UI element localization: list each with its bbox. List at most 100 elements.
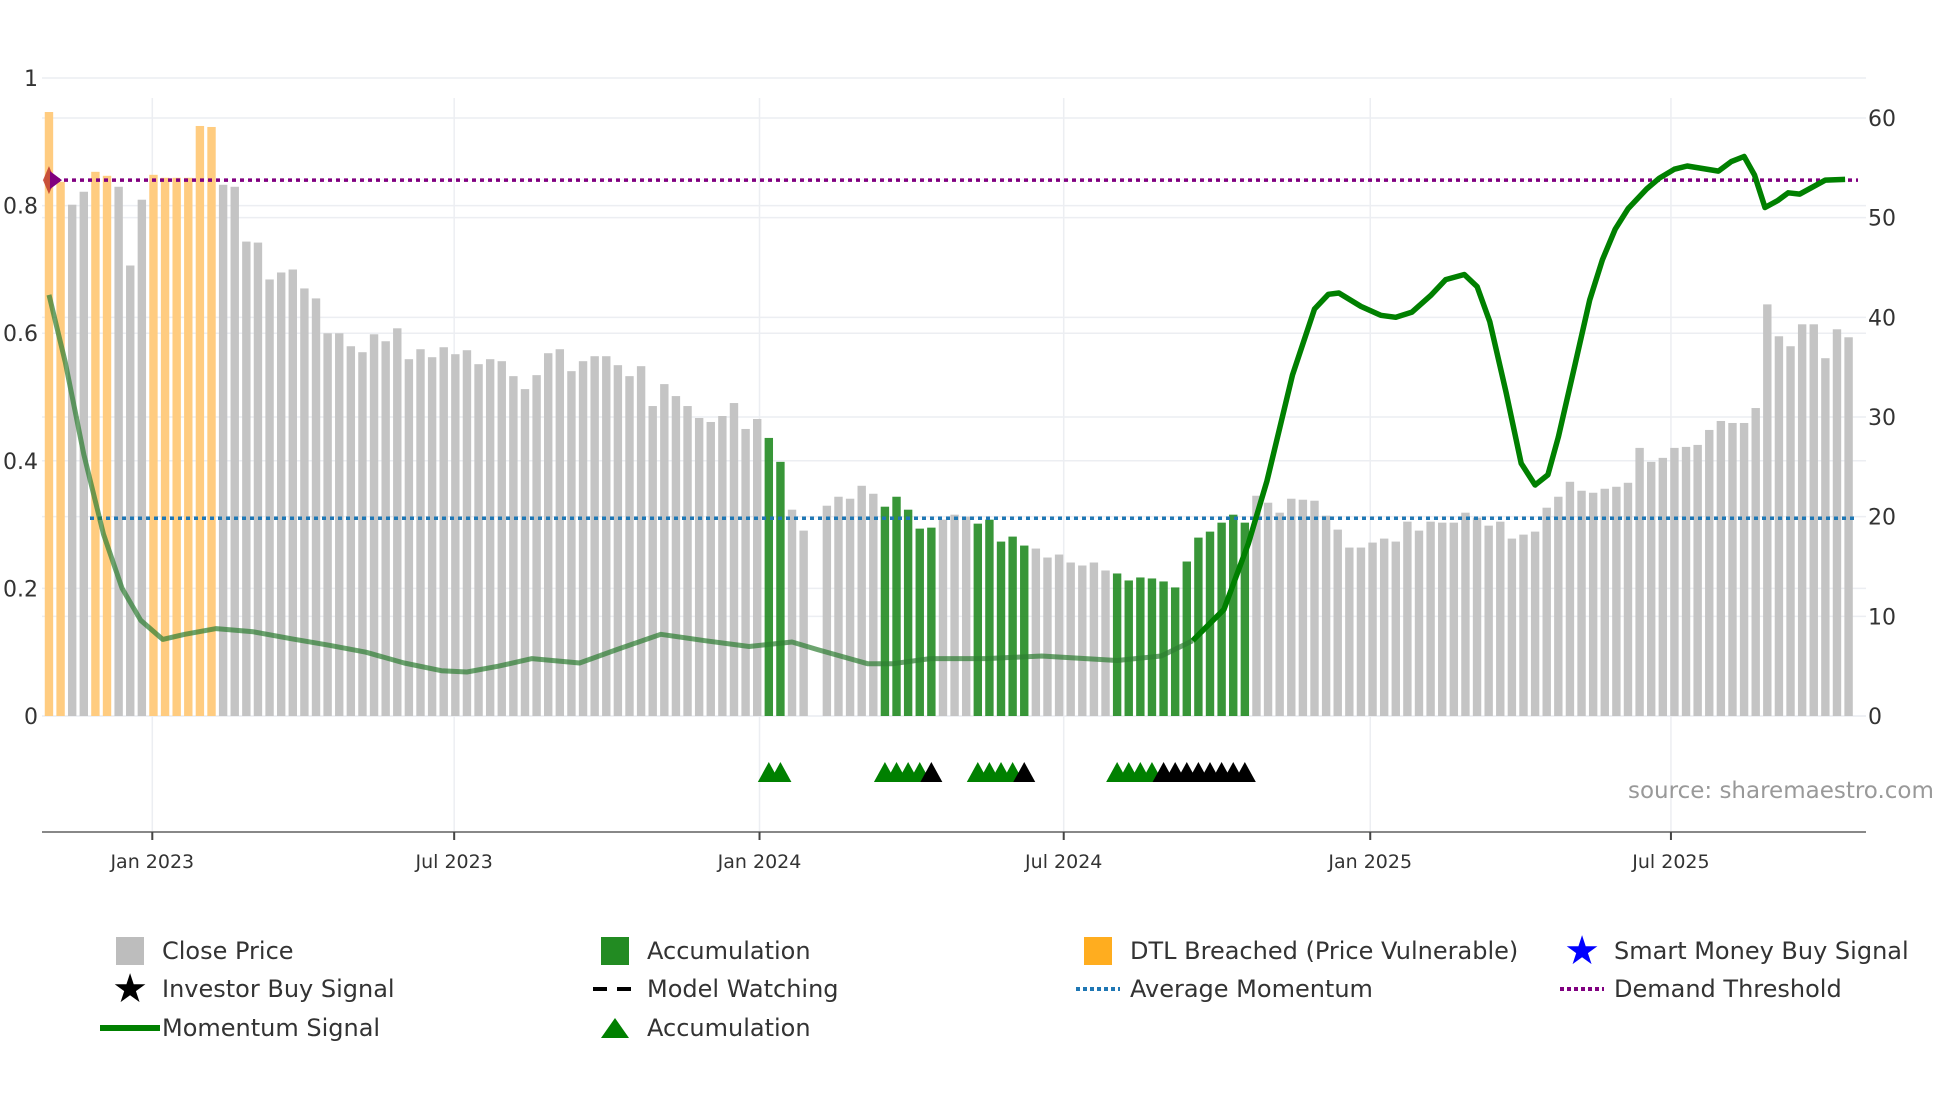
price-bar bbox=[1588, 492, 1598, 716]
accumulation-bar bbox=[1159, 581, 1168, 716]
price-bar bbox=[1577, 490, 1586, 716]
price-bar bbox=[1600, 488, 1609, 716]
x-tick-label: Jan 2025 bbox=[1327, 851, 1412, 873]
chart: Jan 2023 Jul 2023 Jan 2024 Jul 2024 Jan 2025… bbox=[3, 67, 1896, 873]
right-tick-label: 40 bbox=[1868, 306, 1896, 331]
price-bar bbox=[1612, 486, 1621, 716]
price-bar bbox=[288, 269, 297, 716]
accumulation-bar bbox=[1147, 578, 1157, 716]
price-bar bbox=[636, 366, 646, 716]
left-tick-label: 1 bbox=[24, 67, 38, 92]
price-bar bbox=[1763, 304, 1772, 716]
price-bar bbox=[1832, 329, 1842, 716]
right-tick-label: 50 bbox=[1868, 207, 1896, 232]
price-bar bbox=[335, 333, 344, 716]
dtl-breached-bar bbox=[56, 181, 65, 716]
right-tick-label: 20 bbox=[1868, 506, 1896, 531]
accumulation-bar bbox=[903, 509, 913, 716]
x-tick-label: Jul 2024 bbox=[1024, 851, 1102, 873]
x-tick-label: Jan 2024 bbox=[717, 851, 802, 873]
price-bar bbox=[1449, 522, 1459, 716]
accumulation-bar bbox=[892, 496, 901, 716]
right-tick-label: 30 bbox=[1868, 406, 1896, 431]
price-bar bbox=[485, 359, 495, 716]
price-bar bbox=[1333, 529, 1342, 716]
accumulation-bar bbox=[1020, 545, 1029, 716]
price-bar bbox=[799, 530, 808, 716]
price-bar bbox=[1438, 522, 1447, 716]
price-bar bbox=[1821, 358, 1830, 716]
accumulation-bar bbox=[1194, 537, 1203, 716]
price-bar bbox=[787, 509, 797, 716]
accumulation-bar bbox=[1182, 561, 1191, 716]
price-bar bbox=[1101, 570, 1110, 716]
price-bar bbox=[311, 298, 321, 716]
dtl-breached-bar bbox=[195, 125, 205, 717]
right-tick-label: 10 bbox=[1868, 605, 1896, 630]
price-bar bbox=[1043, 557, 1052, 716]
x-tick-label: Jul 2025 bbox=[1631, 851, 1709, 873]
price-bar bbox=[1066, 562, 1075, 716]
accumulation-bar bbox=[776, 461, 785, 716]
left-tick-label: 0.2 bbox=[3, 577, 38, 602]
accumulation-bar bbox=[764, 437, 774, 716]
source-label: source: sharemaestro.com bbox=[1628, 778, 1934, 804]
price-bar bbox=[1321, 515, 1331, 716]
price-bar bbox=[126, 265, 135, 716]
price-bar bbox=[358, 352, 367, 716]
price-bar bbox=[857, 485, 866, 716]
price-bar bbox=[741, 428, 750, 716]
price-bar bbox=[1774, 336, 1784, 716]
price-bar bbox=[602, 356, 611, 716]
price-bar bbox=[961, 516, 971, 716]
accumulation-bar bbox=[1217, 522, 1226, 716]
price-bar bbox=[1647, 461, 1656, 716]
price-bar bbox=[1751, 408, 1760, 716]
price-bar bbox=[242, 241, 251, 716]
price-bar bbox=[520, 389, 530, 716]
price-bar bbox=[1635, 447, 1644, 716]
left-tick-label: 0 bbox=[24, 705, 38, 730]
price-bar bbox=[474, 364, 483, 716]
price-bar bbox=[265, 279, 274, 716]
price-bar bbox=[706, 421, 715, 716]
price-bar bbox=[1496, 521, 1505, 716]
price-bar bbox=[648, 406, 657, 716]
price-bar bbox=[1379, 538, 1389, 716]
price-bar bbox=[253, 242, 263, 717]
price-bar bbox=[1716, 420, 1726, 716]
price-bar bbox=[346, 346, 356, 716]
left-tick-label: 0.6 bbox=[3, 322, 38, 347]
price-bar bbox=[439, 347, 448, 716]
price-bar bbox=[137, 199, 147, 716]
price-bar bbox=[1287, 498, 1296, 716]
price-bar bbox=[590, 356, 599, 716]
price-bar bbox=[718, 416, 727, 716]
accumulation-bar bbox=[1112, 573, 1122, 716]
price-bar bbox=[1403, 521, 1412, 716]
price-bar bbox=[1797, 324, 1807, 716]
price-bar bbox=[1310, 500, 1319, 716]
price-bar bbox=[1414, 530, 1424, 716]
price-bar bbox=[1031, 548, 1041, 716]
price-bar bbox=[1275, 512, 1284, 716]
price-bar bbox=[1426, 521, 1435, 716]
price-bar bbox=[1728, 422, 1737, 716]
x-tick-label: Jul 2023 bbox=[415, 851, 493, 873]
price-bar bbox=[416, 349, 425, 716]
right-tick-label: 0 bbox=[1868, 705, 1882, 730]
price-bar bbox=[729, 403, 739, 716]
price-bar bbox=[451, 354, 460, 716]
price-bar bbox=[1542, 507, 1551, 716]
price-bar bbox=[276, 272, 286, 716]
price-bar bbox=[1693, 444, 1702, 716]
price-bar bbox=[660, 384, 669, 716]
accumulation-bar bbox=[927, 527, 936, 716]
price-bar bbox=[230, 186, 239, 716]
price-bar bbox=[1670, 447, 1679, 716]
price-bar bbox=[1484, 525, 1493, 716]
accumulation-bar bbox=[880, 506, 890, 716]
price-bar bbox=[1078, 565, 1087, 716]
price-bars bbox=[44, 112, 1853, 717]
price-bar bbox=[625, 376, 634, 716]
